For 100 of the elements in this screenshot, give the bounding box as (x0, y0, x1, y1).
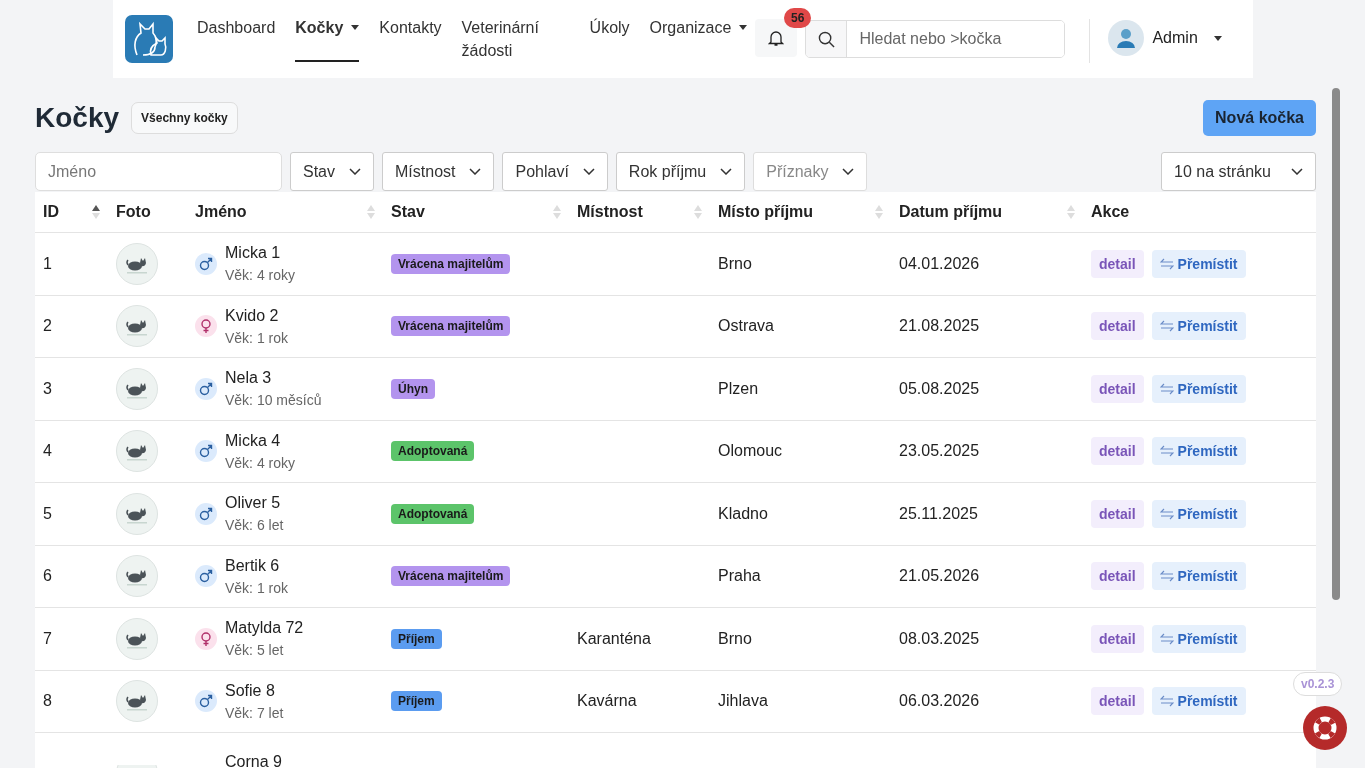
move-button[interactable]: Přemístit (1151, 312, 1246, 341)
detail-button[interactable]: detail (1091, 374, 1144, 403)
status-tag: Příjem (391, 628, 442, 649)
caret-icon (1213, 35, 1222, 41)
cat-name[interactable]: Sofie 8 (225, 681, 284, 700)
scope-badge[interactable]: Všechny kočky (131, 102, 238, 134)
nav-link[interactable]: Kontakty (379, 15, 442, 62)
nav-link[interactable]: Úkoly (589, 15, 630, 62)
page-size-dropdown[interactable]: 10 na stránku (1161, 152, 1316, 191)
cat-age: Věk: 7 let (225, 704, 284, 721)
filter-dropdown[interactable]: Rok příjmu (615, 152, 746, 191)
id-cell: 4 (43, 442, 52, 461)
cat-name[interactable]: Matylda 72 (225, 619, 304, 638)
swap-arrows-icon (1159, 632, 1174, 645)
filter-dropdown[interactable]: Stav (290, 152, 374, 191)
search-field[interactable]: Hledat nebo >kočka (805, 20, 1066, 58)
cat-name[interactable]: Bertik 6 (225, 556, 289, 575)
sort-icon[interactable] (92, 205, 100, 219)
date-cell: 21.05.2026 (899, 567, 980, 586)
nav-link[interactable]: Organizace (649, 15, 748, 62)
move-button[interactable]: Přemístit (1151, 437, 1246, 466)
nav-link[interactable]: Veterinární žádosti (461, 15, 570, 62)
cat-age: Věk: 1 rok (225, 579, 289, 596)
origin-cell: Brno (718, 254, 752, 273)
cat-photo-icon (116, 492, 158, 535)
cat-name[interactable]: Kvido 2 (225, 306, 289, 325)
column-header[interactable]: Akce (1091, 203, 1130, 221)
detail-button[interactable]: detail (1091, 499, 1144, 528)
nav-link[interactable]: Dashboard (197, 15, 276, 62)
status-tag: Adoptovaná (391, 441, 475, 462)
column-header[interactable]: Místo příjmu (718, 203, 814, 221)
column-header[interactable]: ID (43, 203, 59, 221)
chevron-down-icon (720, 168, 733, 175)
id-cell: 5 (43, 504, 52, 523)
detail-button[interactable]: detail (1091, 249, 1144, 278)
move-button[interactable]: Přemístit (1151, 624, 1246, 653)
origin-cell: Plzen (718, 379, 759, 398)
swap-arrows-icon (1159, 695, 1174, 708)
cat-name[interactable]: Oliver 5 (225, 494, 284, 513)
notification-count: 56 (784, 8, 812, 28)
cat-name[interactable]: Corna 9 (225, 753, 282, 768)
cat-photo-icon (116, 242, 158, 285)
column-header[interactable]: Datum příjmu (899, 203, 1003, 221)
origin-cell: Olomouc (718, 442, 783, 461)
cat-age: Věk: 4 roky (225, 267, 296, 284)
swap-arrows-icon (1159, 320, 1174, 333)
status-tag: Úhyn (391, 378, 435, 399)
detail-button[interactable]: detail (1091, 624, 1144, 653)
cat-name[interactable]: Micka 4 (225, 431, 296, 450)
origin-cell: Jihlava (718, 692, 768, 711)
version-badge: v0.2.3 (1293, 672, 1343, 696)
date-cell: 08.03.2025 (899, 629, 980, 648)
cat-photo-icon (116, 555, 158, 598)
chevron-down-icon (1291, 168, 1303, 175)
date-cell: 25.11.2025 (899, 504, 978, 523)
cat-name[interactable]: Micka 1 (225, 244, 296, 263)
detail-button[interactable]: detail (1091, 562, 1144, 591)
nav-link[interactable]: Kočky (295, 15, 360, 62)
id-cell: 3 (43, 379, 52, 398)
cat-name[interactable]: Nela 3 (225, 369, 322, 388)
date-cell: 06.03.2026 (899, 692, 980, 711)
detail-button[interactable]: detail (1091, 687, 1144, 716)
cat-age: Věk: 10 měsíců (225, 392, 322, 409)
date-cell: 23.05.2025 (899, 442, 980, 461)
move-button[interactable]: Přemístit (1151, 562, 1246, 591)
filter-dropdown[interactable]: Místnost (382, 152, 495, 191)
move-button[interactable]: Přemístit (1151, 374, 1246, 403)
origin-cell: Ostrava (718, 317, 774, 336)
cat-photo-icon (116, 680, 158, 723)
detail-button[interactable]: detail (1091, 312, 1144, 341)
swap-arrows-icon (1159, 570, 1174, 583)
search-icon (817, 30, 835, 48)
cat-photo-icon (116, 305, 158, 348)
bell-icon (768, 29, 785, 47)
column-header[interactable]: Místnost (577, 203, 643, 221)
cat-logo-icon[interactable] (125, 15, 173, 63)
cat-photo-icon (116, 430, 158, 473)
move-button[interactable]: Přemístit (1151, 687, 1246, 716)
move-button[interactable]: Přemístit (1151, 249, 1246, 278)
name-filter-field[interactable]: Jméno (35, 152, 282, 191)
cat-age: Věk: 5 let (225, 642, 285, 659)
column-header[interactable]: Foto (116, 203, 151, 221)
user-menu[interactable]: Admin (1108, 20, 1222, 56)
status-tag: Vrácena majitelům (391, 566, 511, 587)
cat-age: Věk: 4 roky (225, 454, 296, 471)
new-cat-button[interactable]: Nová kočka (1203, 100, 1316, 136)
swap-arrows-icon (1159, 445, 1174, 458)
status-tag: Příjem (391, 691, 442, 712)
lifebuoy-icon (1313, 716, 1337, 740)
room-cell: Karanténa (577, 629, 651, 648)
id-cell: 8 (43, 692, 52, 711)
filter-dropdown[interactable]: Pohlaví (502, 152, 608, 191)
column-header[interactable]: Stav (391, 203, 425, 221)
date-cell: 05.08.2025 (899, 379, 980, 398)
detail-button[interactable]: detail (1091, 437, 1144, 466)
date-cell: 04.01.2026 (899, 254, 980, 273)
id-cell: 1 (43, 254, 52, 273)
move-button[interactable]: Přemístit (1151, 499, 1246, 528)
origin-cell: Brno (718, 629, 752, 648)
column-header[interactable]: Jméno (195, 203, 247, 221)
